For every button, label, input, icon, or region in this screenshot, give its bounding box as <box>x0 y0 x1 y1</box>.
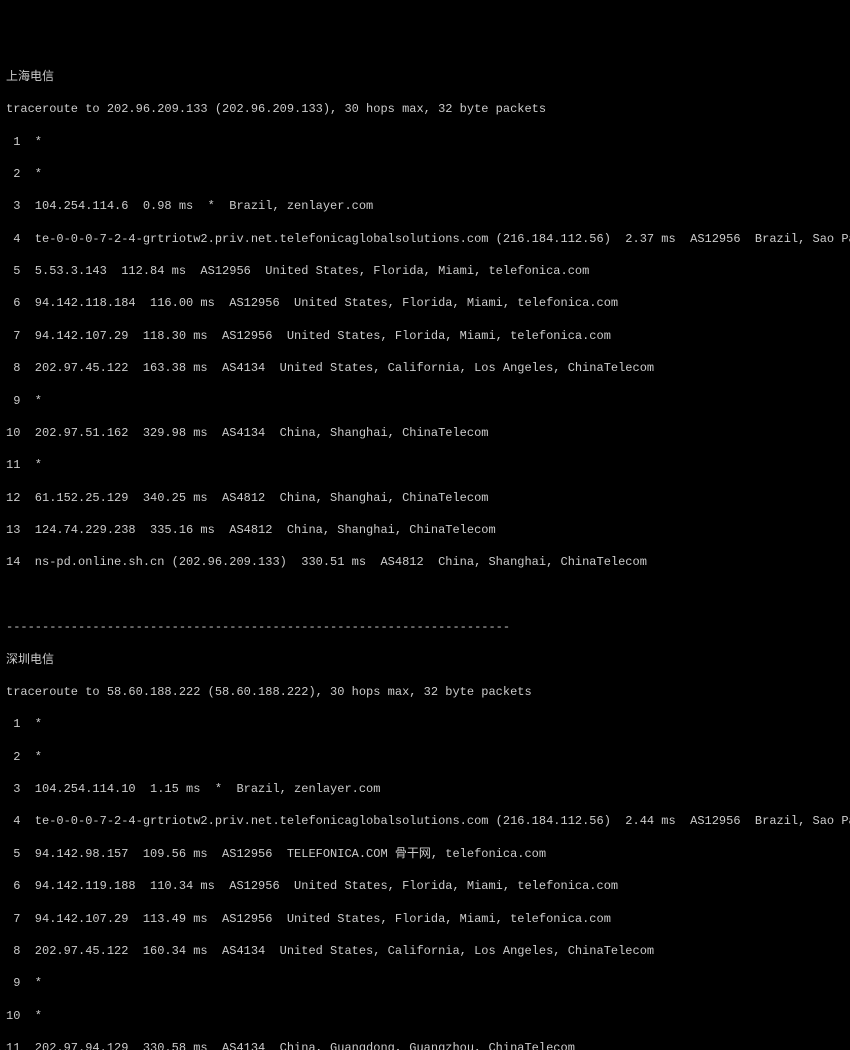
trace1-header: traceroute to 202.96.209.133 (202.96.209… <box>6 101 844 117</box>
trace1-hop: 11 * <box>6 457 844 473</box>
trace2-hop: 6 94.142.119.188 110.34 ms AS12956 Unite… <box>6 878 844 894</box>
trace1-hop: 13 124.74.229.238 335.16 ms AS4812 China… <box>6 522 844 538</box>
trace1-hop: 1 * <box>6 134 844 150</box>
trace1-hop: 6 94.142.118.184 116.00 ms AS12956 Unite… <box>6 295 844 311</box>
trace2-hop: 8 202.97.45.122 160.34 ms AS4134 United … <box>6 943 844 959</box>
trace2-hop: 5 94.142.98.157 109.56 ms AS12956 TELEFO… <box>6 846 844 862</box>
blank-line <box>6 587 844 603</box>
trace2-hop: 10 * <box>6 1008 844 1024</box>
trace2-hop: 1 * <box>6 716 844 732</box>
separator: ----------------------------------------… <box>6 619 844 635</box>
trace1-hop: 5 5.53.3.143 112.84 ms AS12956 United St… <box>6 263 844 279</box>
trace1-hop: 9 * <box>6 393 844 409</box>
trace2-hop: 2 * <box>6 749 844 765</box>
trace2-hop: 11 202.97.94.129 330.58 ms AS4134 China,… <box>6 1040 844 1050</box>
trace2-header: traceroute to 58.60.188.222 (58.60.188.2… <box>6 684 844 700</box>
trace1-hop: 14 ns-pd.online.sh.cn (202.96.209.133) 3… <box>6 554 844 570</box>
trace1-hop: 8 202.97.45.122 163.38 ms AS4134 United … <box>6 360 844 376</box>
trace1-title: 上海电信 <box>6 69 844 85</box>
trace1-hop: 4 te-0-0-0-7-2-4-grtriotw2.priv.net.tele… <box>6 231 844 247</box>
trace1-hop: 10 202.97.51.162 329.98 ms AS4134 China,… <box>6 425 844 441</box>
trace1-hop: 12 61.152.25.129 340.25 ms AS4812 China,… <box>6 490 844 506</box>
trace2-title: 深圳电信 <box>6 652 844 668</box>
trace2-hop: 3 104.254.114.10 1.15 ms * Brazil, zenla… <box>6 781 844 797</box>
trace1-hop: 7 94.142.107.29 118.30 ms AS12956 United… <box>6 328 844 344</box>
trace2-hop: 7 94.142.107.29 113.49 ms AS12956 United… <box>6 911 844 927</box>
trace2-hop: 9 * <box>6 975 844 991</box>
trace2-hop: 4 te-0-0-0-7-2-4-grtriotw2.priv.net.tele… <box>6 813 844 829</box>
trace1-hop: 2 * <box>6 166 844 182</box>
trace1-hop: 3 104.254.114.6 0.98 ms * Brazil, zenlay… <box>6 198 844 214</box>
